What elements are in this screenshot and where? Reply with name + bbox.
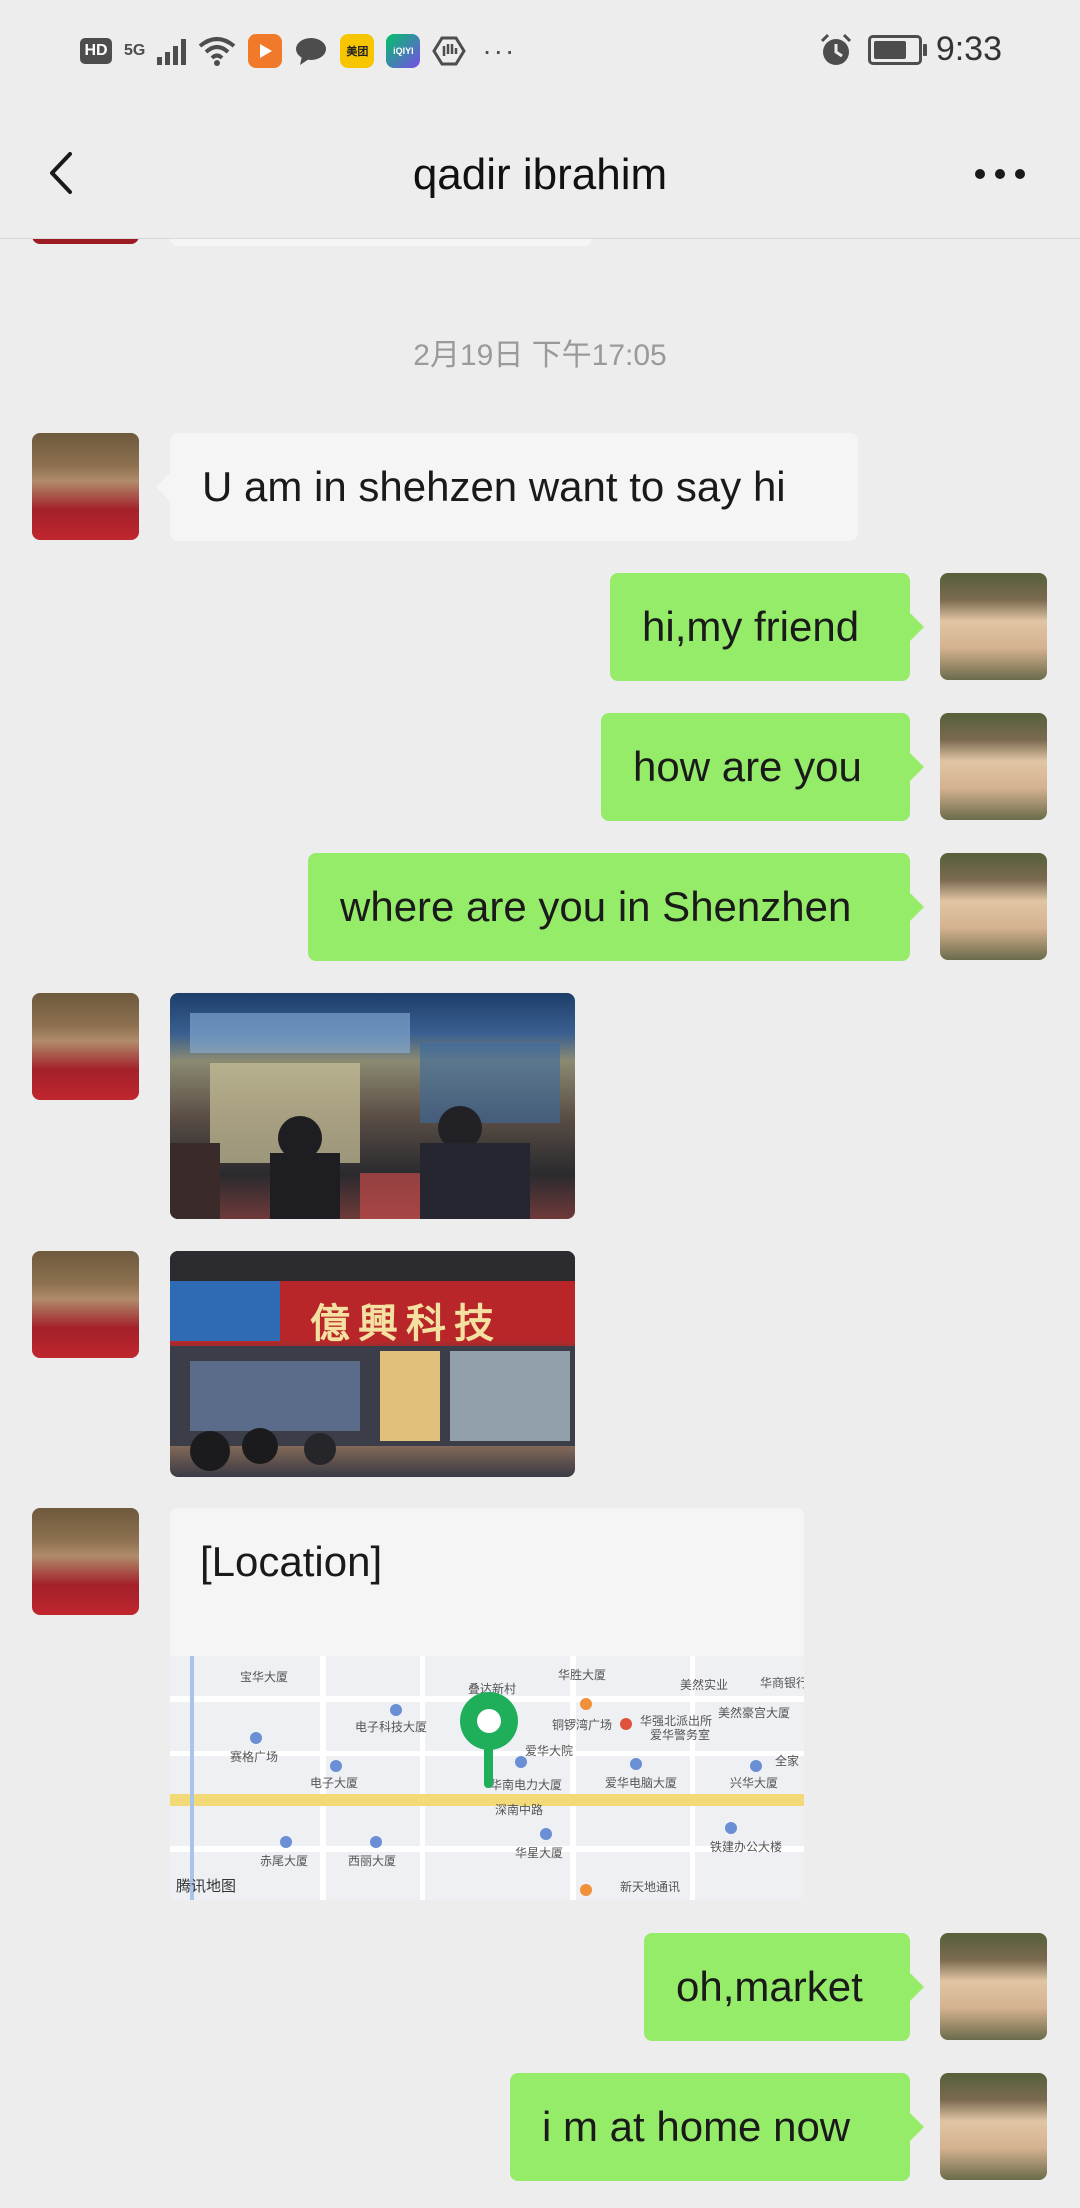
map-poi-icon [330, 1760, 342, 1772]
status-icons-left: HD 5G 美团 iQIYI ··· [80, 34, 516, 68]
avatar-qadir[interactable] [32, 1508, 139, 1615]
map-label: 深南中路 [495, 1803, 544, 1817]
more-notifications-icon: ··· [482, 35, 517, 66]
location-pin-icon [460, 1692, 518, 1750]
photo-content [170, 1251, 575, 1471]
avatar-me[interactable] [940, 2073, 1047, 2180]
clock: 9:33 [935, 30, 1002, 68]
chat-title: qadir ibrahim [412, 150, 668, 199]
map-label: 华商银行 [760, 1676, 804, 1690]
message-bubble[interactable]: how are you [601, 713, 924, 821]
photo-message[interactable]: 億興科技 [170, 1251, 575, 1477]
map-pin-stem [484, 1746, 493, 1788]
map-poi-icon [620, 1718, 632, 1730]
map-poi-icon [280, 1836, 292, 1848]
map-label: 新天地通讯 [620, 1880, 681, 1894]
map-label: 电子大厦 [310, 1776, 359, 1790]
message-bubble[interactable]: U am in shehzen want to say hi [156, 433, 858, 541]
map-poi-icon [540, 1828, 552, 1840]
map-label: 铁建办公大楼 [710, 1840, 783, 1854]
map-label: 全家 [775, 1754, 800, 1768]
shop-sign-text: 億興科技 [310, 1302, 502, 1346]
map-label: 赛格广场 [230, 1750, 279, 1764]
photo-content [170, 1013, 560, 1219]
map-road [570, 1656, 576, 1900]
chat-header: qadir ibrahim [0, 110, 1080, 239]
map-road [420, 1656, 425, 1900]
battery-icon [867, 34, 927, 65]
message-bubble[interactable]: where are you in Shenzhen [308, 853, 924, 961]
location-title: [Location] [200, 1538, 383, 1585]
map-poi-icon [630, 1758, 642, 1770]
signal-icon [157, 37, 187, 65]
meituan-icon: 美团 [340, 34, 375, 68]
avatar-me[interactable] [940, 1933, 1047, 2040]
map-label: 兴华大厦 [730, 1776, 779, 1790]
map-label: 美然豪宫大厦 [718, 1706, 791, 1720]
status-icons-right: 9:33 [818, 30, 1002, 69]
map-label: 华胜大厦 [558, 1668, 607, 1682]
map-label: 美然实业 [680, 1678, 729, 1692]
avatar-qadir[interactable] [32, 1251, 139, 1358]
message-bubble[interactable]: hi,my friend [610, 573, 924, 681]
map-label: 爱华警务室 [650, 1728, 711, 1742]
map-label: 铜锣湾广场 [552, 1718, 613, 1732]
map-label: 爱华大院 [525, 1744, 574, 1758]
avatar-me[interactable] [940, 573, 1047, 680]
avatar-me[interactable] [940, 713, 1047, 820]
status-bar: HD 5G 美团 iQIYI ··· 9:33 [0, 0, 1080, 110]
map-road [190, 1656, 194, 1900]
map-poi-icon [250, 1732, 262, 1744]
map-label: 赤尾大厦 [260, 1854, 309, 1868]
message-bubble[interactable]: oh,market [644, 1933, 924, 2041]
avatar-qadir[interactable] [32, 433, 139, 540]
map-poi-icon [580, 1698, 592, 1710]
battery-level [873, 40, 906, 59]
avatar-me[interactable] [940, 853, 1047, 960]
video-app-icon [248, 34, 283, 68]
map-label: 华星大厦 [515, 1846, 564, 1860]
map-label: 电子科技大厦 [355, 1720, 428, 1734]
hd-icon: HD [80, 38, 112, 64]
map-poi-icon [390, 1704, 402, 1716]
alarm-icon [820, 33, 851, 65]
map-label: 宝华大厦 [240, 1670, 289, 1684]
map-poi-icon [580, 1884, 592, 1896]
map-provider-label: 腾讯地图 [176, 1878, 237, 1895]
hand-icon [432, 36, 467, 66]
message-timestamp: 2月19日 下午17:05 [413, 339, 667, 372]
location-message[interactable]: [Location] 宝华大厦 电子科技大厦 赛格广场 电子大厦 华强北派出所 … [170, 1508, 804, 1900]
message-bubble[interactable]: i m at home now [510, 2073, 924, 2181]
avatar-qadir[interactable] [32, 993, 139, 1100]
chat-message-list[interactable]: 2月19日 下午17:05 U am in shehzen want to sa… [0, 238, 1080, 2208]
map-label: 西丽大厦 [348, 1854, 397, 1868]
photo-message[interactable] [170, 993, 575, 1219]
map-label: 爱华电脑大厦 [605, 1776, 678, 1790]
map-label: 华南电力大厦 [490, 1778, 563, 1792]
network-type-label: 5G [124, 42, 146, 59]
map-poi-icon [370, 1836, 382, 1848]
wifi-icon [199, 37, 236, 66]
map-main-road [170, 1794, 804, 1806]
message-bubble-partial[interactable] [170, 238, 592, 246]
map-preview[interactable]: 宝华大厦 电子科技大厦 赛格广场 电子大厦 华强北派出所 爱华警务室 爱华大院 … [170, 1656, 804, 1900]
map-poi-icon [725, 1822, 737, 1834]
more-dots-icon[interactable] [970, 154, 1030, 194]
map-poi-icon [515, 1756, 527, 1768]
iqiyi-icon: iQIYI [386, 34, 421, 68]
message-icon [296, 38, 327, 65]
map-poi-icon [750, 1760, 762, 1772]
